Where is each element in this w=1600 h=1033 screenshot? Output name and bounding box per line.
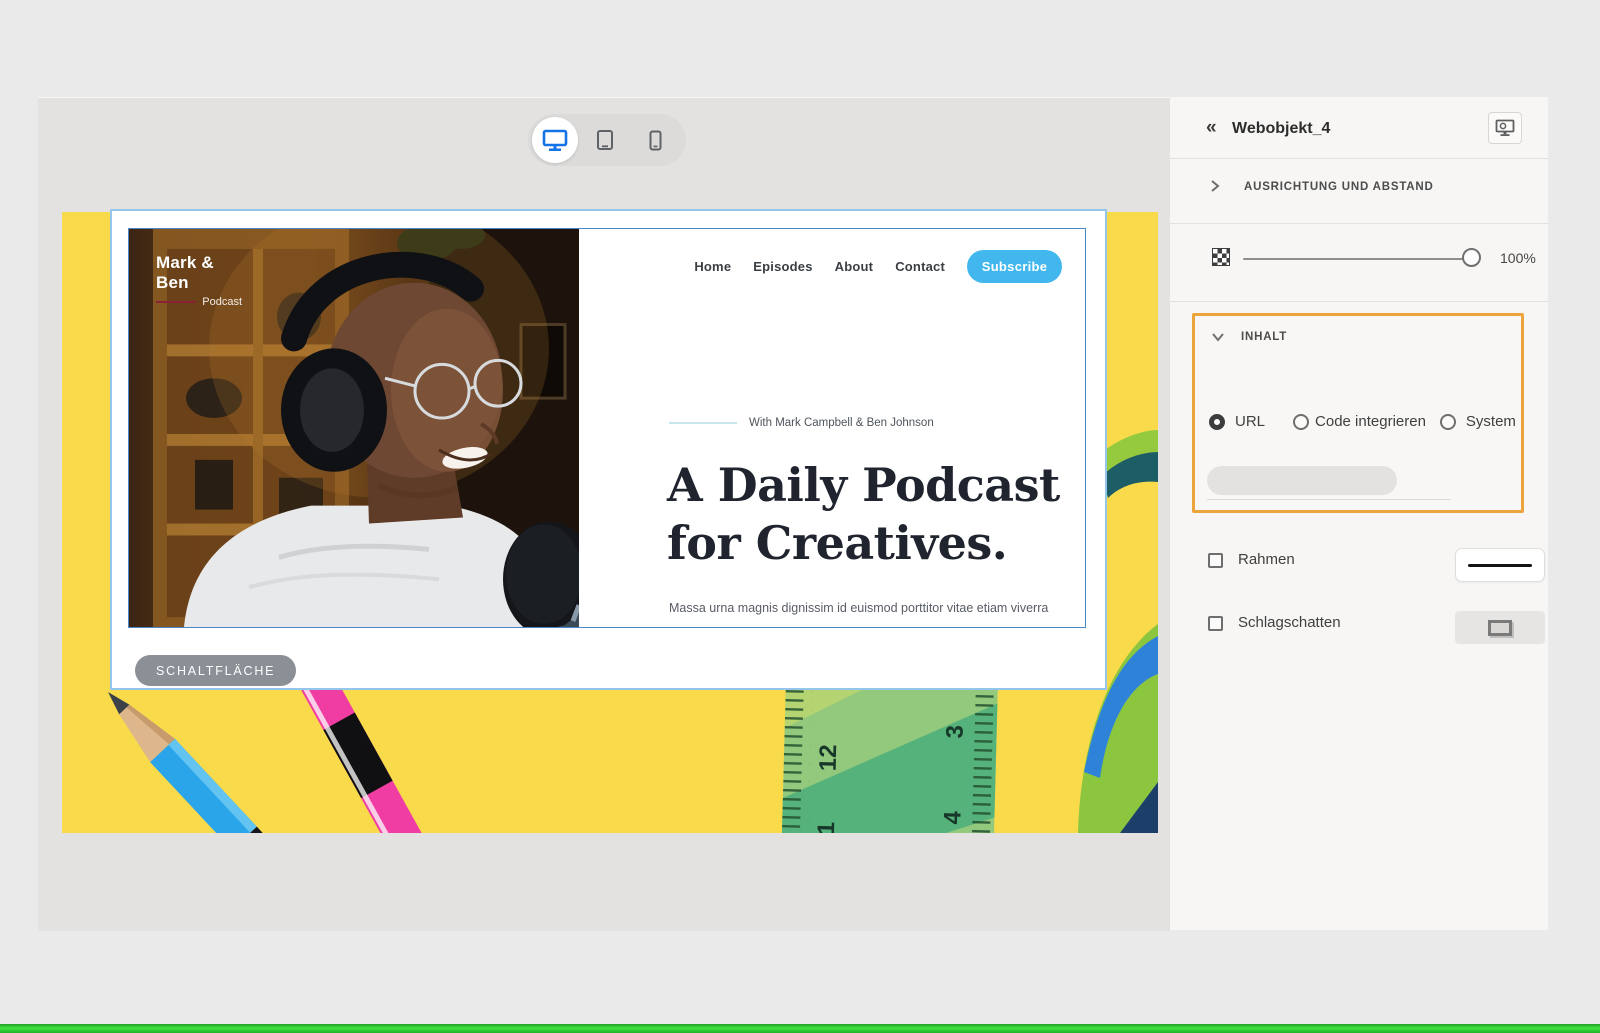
monitor-icon (1495, 119, 1515, 136)
device-preview-toggle (528, 114, 686, 166)
phone-icon (649, 130, 661, 150)
properties-panel: « Webobjekt_4 AUSRICHTUNG UND ABSTAND 10… (1170, 97, 1548, 930)
shadow-swatch-icon (1488, 619, 1512, 636)
logo-subtitle: Podcast (202, 296, 242, 308)
web-object-card[interactable]: Mark & Ben Podcast Home Episodes About C… (110, 209, 1107, 690)
desktop-icon (542, 129, 568, 151)
subscribe-button[interactable]: Subscribe (967, 250, 1062, 283)
podcast-photo: Mark & Ben Podcast (129, 229, 579, 627)
nav-home[interactable]: Home (694, 259, 731, 274)
divider (1170, 301, 1548, 302)
panel-title: Webobjekt_4 (1232, 120, 1331, 137)
opacity-slider-track[interactable] (1243, 258, 1463, 260)
recording-indicator-bar (0, 1024, 1600, 1033)
shadow-style-preview[interactable] (1455, 611, 1545, 644)
logo-underline (156, 301, 197, 303)
radio-url[interactable] (1209, 413, 1225, 430)
device-phone-button[interactable] (632, 117, 678, 163)
schaltflaeche-button[interactable]: SCHALTFLÄCHE (135, 655, 297, 686)
site-nav: Home Episodes About Contact Subscribe (579, 250, 1062, 283)
radio-url-label[interactable]: URL (1235, 413, 1265, 430)
site-logo: Mark & Ben Podcast (156, 253, 242, 308)
hero-heading-line1: A Daily Podcast (667, 458, 1060, 512)
collapse-panel-icon[interactable]: « (1206, 117, 1217, 139)
nav-contact[interactable]: Contact (895, 259, 945, 274)
border-checkbox[interactable] (1208, 553, 1223, 568)
border-style-preview[interactable] (1455, 548, 1545, 582)
radio-system[interactable] (1439, 413, 1456, 430)
nav-about[interactable]: About (835, 259, 874, 274)
hero-body-text: Massa urna magnis dignissim id euismod p… (669, 601, 1049, 615)
shadow-label[interactable]: Schlagschatten (1238, 614, 1341, 631)
device-tablet-button[interactable] (582, 117, 628, 163)
divider (1170, 158, 1548, 159)
border-label[interactable]: Rahmen (1238, 551, 1295, 568)
alignment-section-label[interactable]: AUSRICHTUNG UND ABSTAND (1244, 181, 1434, 193)
opacity-value: 100% (1500, 250, 1536, 266)
tagline-rule (669, 422, 737, 424)
opacity-slider-knob[interactable] (1462, 248, 1481, 267)
nav-episodes[interactable]: Episodes (753, 259, 812, 274)
ruler: 12 11 3 4 (780, 678, 998, 833)
url-input-underline (1207, 499, 1451, 500)
radio-code-label[interactable]: Code integrieren (1315, 413, 1426, 430)
alignment-section-chevron[interactable] (1210, 179, 1220, 198)
ruler-number-12: 12 (815, 744, 843, 771)
hero-tagline: With Mark Campbell & Ben Johnson (669, 417, 934, 429)
content-section-label[interactable]: INHALT (1241, 331, 1287, 343)
hero-heading-line2: for Creatives. (667, 515, 1008, 570)
opacity-icon (1212, 248, 1230, 266)
content-source-options: URL Code integrieren System (1209, 413, 1516, 430)
ruler-number-3: 3 (941, 725, 968, 739)
site-hero: Home Episodes About Contact Subscribe Wi… (579, 229, 1085, 627)
web-object-type-button[interactable] (1488, 112, 1522, 144)
logo-title: Mark & Ben (156, 253, 214, 292)
radio-system-label[interactable]: System (1466, 413, 1516, 430)
tagline-text: With Mark Campbell & Ben Johnson (749, 417, 934, 429)
shadow-checkbox[interactable] (1208, 616, 1223, 631)
divider (1170, 223, 1548, 224)
radio-code[interactable] (1293, 413, 1310, 430)
website-mockup: Mark & Ben Podcast Home Episodes About C… (128, 228, 1086, 628)
ruler-number-11: 11 (813, 821, 841, 833)
url-input[interactable] (1207, 466, 1397, 495)
border-line-swatch (1468, 563, 1532, 567)
ruler-number-4: 4 (939, 810, 966, 825)
content-section-highlight: INHALT URL Code integrieren System (1192, 313, 1524, 513)
hero-heading: A Daily Podcast for Creatives. (667, 457, 1060, 573)
tablet-icon (597, 130, 613, 150)
device-desktop-button[interactable] (532, 117, 578, 163)
content-section-chevron[interactable] (1211, 329, 1225, 347)
